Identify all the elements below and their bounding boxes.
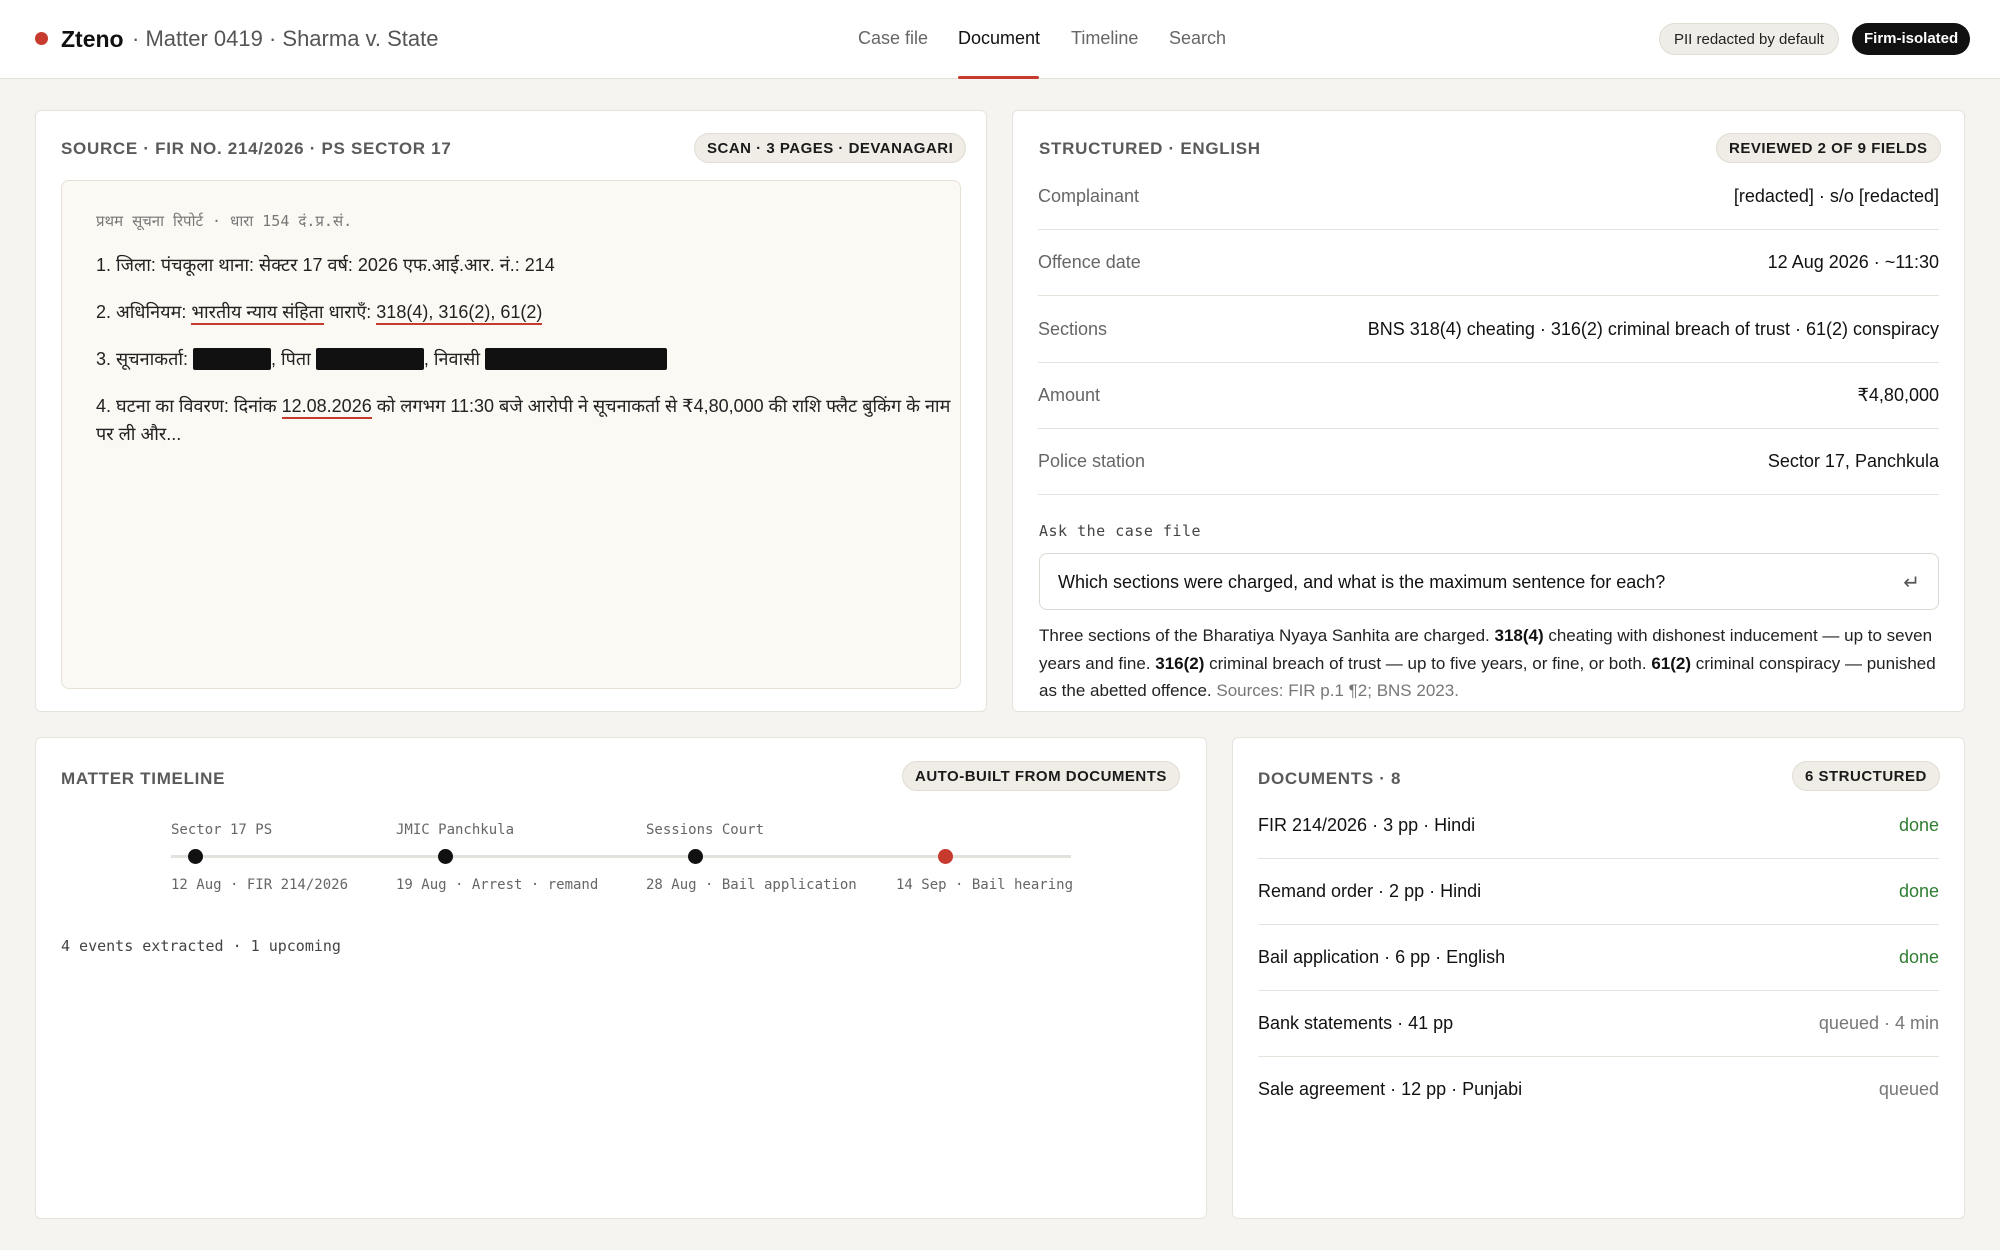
field-key: Complainant — [1038, 186, 1140, 206]
document-row[interactable]: FIR 214/2026 · 3 pp · Hindi done — [1258, 793, 1939, 859]
redaction-block — [193, 348, 272, 370]
timeline-event-label: 12 Aug · FIR 214/2026 — [171, 877, 349, 893]
field-row-amount[interactable]: Amount ₹4,80,000 — [1038, 363, 1939, 429]
act-highlight[interactable]: भारतीय न्याय संहिता — [191, 302, 324, 325]
active-tab-indicator — [958, 76, 1039, 79]
firm-isolated-badge: Firm-isolated — [1852, 23, 1971, 55]
enter-icon[interactable]: ↵ — [1903, 570, 1920, 595]
document-name: FIR 214/2026 · 3 pp · Hindi — [1258, 815, 1476, 835]
resident-label: , निवासी — [423, 349, 485, 369]
timeline-venue: JMIC Panchkula — [396, 822, 515, 838]
brand-name[interactable]: Zteno — [61, 26, 124, 53]
document-name: Remand order · 2 pp · Hindi — [1258, 881, 1482, 901]
answer-text: Three sections of the Bharatiya Nyaya Sa… — [1039, 626, 1495, 645]
answer-text: criminal breach of trust — up to five ye… — [1204, 653, 1652, 673]
date-highlight[interactable]: 12.08.2026 — [281, 396, 372, 419]
field-key: Amount — [1038, 385, 1101, 405]
structured-count-badge: 6 STRUCTURED — [1792, 761, 1940, 791]
timeline-upcoming-dot[interactable] — [938, 849, 953, 864]
scan-line-4: 4. घटना का विवरण: दिनांक 12.08.2026 को ल… — [96, 394, 951, 419]
ask-label: Ask the case file — [1039, 522, 1202, 540]
answer-section: 316(2) — [1155, 653, 1205, 673]
scan-heading: प्रथम सूचना रिपोर्ट · धारा 154 दं.प्र.सं… — [96, 212, 353, 230]
scan-line-1: 1. जिला: पंचकूला थाना: सेक्टर 17 वर्ष: 2… — [96, 255, 555, 275]
structured-panel-title: STRUCTURED · ENGLISH — [1039, 139, 1261, 158]
document-status: done — [1898, 815, 1939, 835]
field-value: ₹4,80,000 — [1857, 385, 1939, 405]
answer-sources-link[interactable]: Sources: FIR p.1 ¶2; BNS 2023. — [1216, 681, 1459, 700]
tab-timeline[interactable]: Timeline — [1071, 28, 1138, 49]
field-value: Sector 17, Panchkula — [1767, 451, 1939, 471]
timeline-panel-title: MATTER TIMELINE — [61, 769, 226, 788]
top-bar: Zteno · Matter 0419 · Sharma v. State Ca… — [0, 0, 2000, 79]
field-value: [redacted] · s/o [redacted] — [1733, 186, 1939, 206]
father-label: , पिता — [271, 349, 316, 369]
timeline-event-label: 28 Aug · Bail application — [646, 877, 857, 893]
document-name: Bank statements · 41 pp — [1258, 1013, 1454, 1033]
field-key: Police station — [1038, 451, 1146, 471]
field-key: Sections — [1038, 319, 1108, 339]
complainant-label: 3. सूचनाकर्ता: — [96, 349, 194, 369]
timeline-track — [171, 855, 1071, 858]
timeline-event-dot[interactable] — [688, 849, 703, 864]
tab-search[interactable]: Search — [1169, 28, 1226, 49]
document-row[interactable]: Sale agreement · 12 pp · Punjabi queued — [1258, 1057, 1939, 1123]
tab-document[interactable]: Document — [958, 28, 1040, 49]
document-row[interactable]: Bank statements · 41 pp queued · 4 min — [1258, 991, 1939, 1057]
tab-case-file[interactable]: Case file — [858, 28, 928, 49]
field-key: Offence date — [1038, 252, 1141, 272]
document-name: Sale agreement · 12 pp · Punjabi — [1258, 1079, 1523, 1099]
timeline-event-dot[interactable] — [438, 849, 453, 864]
timeline-summary: 4 events extracted · 1 upcoming — [61, 937, 341, 955]
scan-line-3: 3. सूचनाकर्ता: , पिता , निवासी — [96, 347, 667, 371]
redaction-block — [484, 348, 667, 370]
timeline-venue: Sessions Court — [646, 822, 765, 838]
document-status: queued — [1878, 1079, 1939, 1099]
sections-highlight[interactable]: 318(4), 316(2), 61(2) — [376, 302, 543, 325]
field-row-offence-date[interactable]: Offence date 12 Aug 2026 · ~11:30 — [1038, 230, 1939, 296]
field-row-sections[interactable]: Sections BNS 318(4) cheating · 316(2) cr… — [1038, 297, 1939, 363]
field-row-complainant[interactable]: Complainant [redacted] · s/o [redacted] — [1038, 164, 1939, 230]
redaction-block — [315, 348, 424, 370]
documents-panel-title: DOCUMENTS · 8 — [1258, 769, 1402, 788]
matter-breadcrumb: · Matter 0419 · Sharma v. State — [132, 26, 439, 51]
scan-line-4-cont: पर ली और... — [96, 424, 182, 444]
timeline-event-dot[interactable] — [188, 849, 203, 864]
sections-label: धाराएँ: — [323, 302, 377, 322]
document-status: done — [1898, 881, 1939, 901]
document-name: Bail application · 6 pp · English — [1258, 947, 1506, 967]
incident-label: 4. घटना का विवरण: दिनांक — [96, 396, 282, 416]
review-progress-badge: REVIEWED 2 OF 9 FIELDS — [1716, 133, 1941, 163]
timeline-panel — [35, 737, 1207, 1219]
document-status: queued · 4 min — [1818, 1013, 1939, 1033]
timeline-venue: Sector 17 PS — [171, 822, 273, 838]
document-row[interactable]: Remand order · 2 pp · Hindi done — [1258, 859, 1939, 925]
scan-badge: SCAN · 3 PAGES · DEVANAGARI — [694, 133, 967, 163]
act-label: 2. अधिनियम: — [96, 302, 192, 322]
field-value: 12 Aug 2026 · ~11:30 — [1767, 252, 1939, 272]
answer-section: 61(2) — [1651, 653, 1691, 673]
scanned-document: प्रथम सूचना रिपोर्ट · धारा 154 दं.प्र.सं… — [61, 180, 961, 689]
source-panel-title: SOURCE · FIR NO. 214/2026 · PS SECTOR 17 — [61, 139, 452, 158]
ask-input[interactable]: Which sections were charged, and what is… — [1039, 553, 1939, 610]
document-row[interactable]: Bail application · 6 pp · English done — [1258, 925, 1939, 991]
answer-section: 318(4) — [1494, 626, 1544, 645]
field-value: BNS 318(4) cheating · 316(2) criminal br… — [1367, 319, 1939, 339]
ask-question-text[interactable]: Which sections were charged, and what is… — [1058, 572, 1665, 593]
timeline-event-label: 14 Sep · Bail hearing — [896, 877, 1074, 893]
scan-line-2: 2. अधिनियम: भारतीय न्याय संहिता धाराएँ: … — [96, 300, 543, 325]
timeline-event-label: 19 Aug · Arrest · remand — [396, 877, 599, 893]
auto-built-badge: AUTO-BUILT FROM DOCUMENTS — [902, 761, 1180, 791]
field-row-police-station[interactable]: Police station Sector 17, Panchkula — [1038, 429, 1939, 495]
pii-redaction-badge: PII redacted by default — [1659, 23, 1840, 55]
brand-dot-icon — [35, 32, 48, 45]
incident-text: को लगभग 11:30 बजे आरोपी ने सूचनाकर्ता से… — [371, 396, 951, 416]
ai-answer: Three sections of the Bharatiya Nyaya Sa… — [1039, 622, 1939, 705]
document-status: done — [1898, 947, 1939, 967]
